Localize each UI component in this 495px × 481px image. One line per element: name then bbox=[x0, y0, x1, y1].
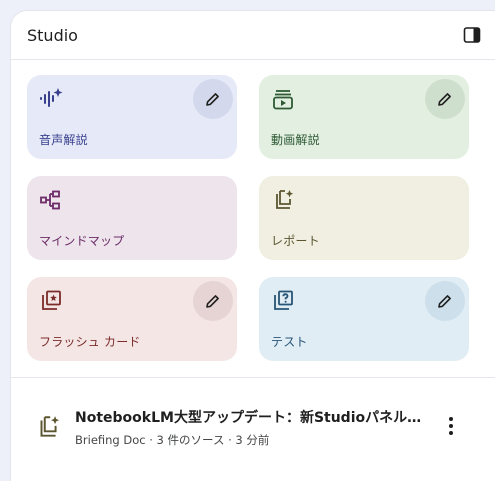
video-play-icon bbox=[273, 90, 293, 110]
studio-tools-grid: 音声解説 動画解説 マインドマップ レポート フラッシュ カード テスト bbox=[27, 75, 469, 361]
section-divider bbox=[11, 377, 495, 378]
audio-overview-card[interactable]: 音声解説 bbox=[27, 75, 237, 159]
video-overview-card[interactable]: 動画解説 bbox=[259, 75, 469, 159]
video-overview-label: 動画解説 bbox=[271, 133, 320, 147]
pencil-icon bbox=[438, 93, 451, 106]
pencil-icon bbox=[438, 295, 451, 308]
report-card[interactable]: レポート bbox=[259, 176, 469, 260]
audio-overview-label: 音声解説 bbox=[39, 133, 88, 147]
audio-spark-icon bbox=[40, 88, 63, 107]
note-subtitle: Briefing Doc · 3 件のソース · 3 分前 bbox=[75, 433, 270, 447]
pencil-icon bbox=[206, 295, 219, 308]
more-options-button[interactable] bbox=[439, 411, 463, 441]
video-edit-button[interactable] bbox=[425, 79, 465, 119]
flashcards-icon bbox=[42, 290, 61, 310]
pencil-icon bbox=[206, 93, 219, 106]
side-panel-icon bbox=[463, 27, 481, 43]
studio-header: Studio bbox=[11, 11, 495, 60]
quiz-icon bbox=[274, 290, 293, 310]
note-title: NotebookLM大型アップデート：新Studioパネルと動画解説機能 bbox=[75, 410, 431, 426]
flashcards-card[interactable]: フラッシュ カード bbox=[27, 277, 237, 361]
report-spark-icon bbox=[40, 416, 60, 437]
generated-note-item[interactable]: NotebookLM大型アップデート：新Studioパネルと動画解説機能 Bri… bbox=[11, 399, 495, 457]
test-card[interactable]: テスト bbox=[259, 277, 469, 361]
panel-title: Studio bbox=[27, 25, 78, 45]
studio-panel: Studio 音声解説 動画解説 マインドマップ レポート フラッシュ カード … bbox=[11, 11, 495, 481]
collapse-panel-button[interactable] bbox=[459, 22, 485, 48]
mind-map-card[interactable]: マインドマップ bbox=[27, 176, 237, 260]
report-label: レポート bbox=[271, 234, 320, 248]
more-vert-icon bbox=[449, 417, 453, 435]
test-edit-button[interactable] bbox=[425, 281, 465, 321]
flashcards-edit-button[interactable] bbox=[193, 281, 233, 321]
flashcards-label: フラッシュ カード bbox=[39, 335, 141, 349]
test-label: テスト bbox=[271, 335, 308, 349]
report-spark-icon bbox=[276, 190, 294, 209]
mind-map-icon bbox=[40, 190, 60, 210]
mind-map-label: マインドマップ bbox=[39, 234, 125, 248]
audio-edit-button[interactable] bbox=[193, 79, 233, 119]
